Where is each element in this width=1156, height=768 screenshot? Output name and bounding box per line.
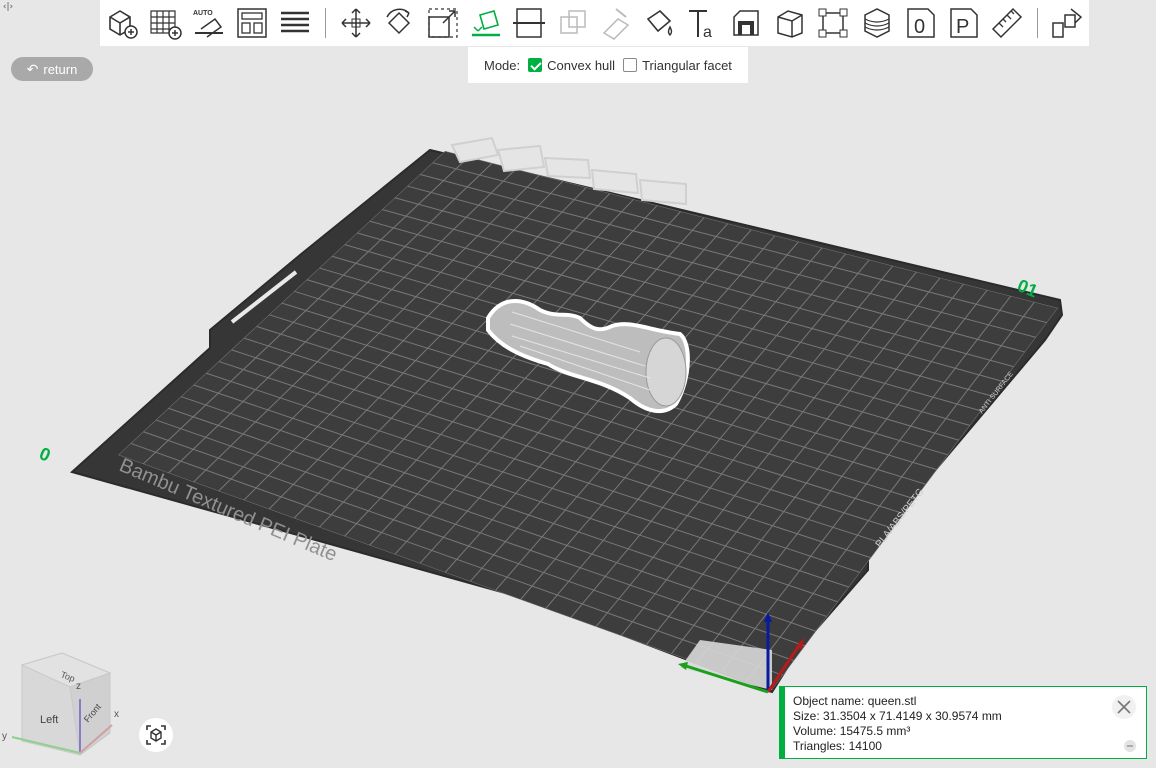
arrange-button[interactable]: [230, 1, 273, 45]
minimize-button[interactable]: [1124, 740, 1136, 752]
axis-x-label: x: [114, 709, 119, 720]
3d-viewport[interactable]: Bambu Textured PEI Plate 0 01 PLA/ABS/PE…: [0, 0, 1156, 768]
seam-paint-button[interactable]: [725, 1, 768, 45]
svg-text:0: 0: [914, 16, 925, 38]
plate-scene: Bambu Textured PEI Plate 0 01 PLA/ABS/PE…: [36, 136, 1064, 694]
arrange-icon: [237, 8, 267, 38]
add-plate-button[interactable]: [143, 1, 186, 45]
view-cube[interactable]: Top Left Front z x y: [0, 645, 130, 768]
plate-p-button[interactable]: P: [942, 1, 985, 45]
color-paint-button[interactable]: [638, 1, 681, 45]
auto-badge: AUTO: [193, 10, 213, 17]
fit-view-icon: [146, 725, 166, 745]
measure-button[interactable]: [985, 1, 1028, 45]
boolean-icon: [560, 10, 586, 34]
rotate-button[interactable]: [377, 1, 420, 45]
close-icon: [1117, 700, 1131, 714]
return-arrow-icon: ↶: [26, 60, 39, 77]
svg-text:P: P: [956, 16, 969, 38]
auto-orient-icon: AUTO: [193, 10, 223, 38]
object-zero-icon: 0: [907, 8, 935, 38]
convex-hull-label: Convex hull: [547, 57, 616, 73]
triangular-facet-checkbox[interactable]: Triangular facet: [623, 58, 732, 73]
collapse-sidebar-icon[interactable]: ‹|›: [0, 0, 16, 14]
lay-on-face-button[interactable]: [464, 1, 507, 45]
object-size: Size: 31.3504 x 71.4149 x 30.9574 mm: [793, 709, 1002, 723]
object-triangles: Triangles: 14100: [793, 739, 882, 753]
object-volume: Volume: 15475.5 mm³: [793, 724, 911, 738]
assembly-icon: [818, 8, 848, 38]
plate-index-front: 0: [36, 443, 53, 465]
unchecked-icon: [623, 58, 638, 72]
seam-paint-icon: [733, 10, 760, 36]
minimize-icon: [1127, 745, 1133, 747]
support-paint-icon: [602, 8, 630, 40]
auto-orient-button[interactable]: AUTO: [187, 1, 230, 45]
return-button[interactable]: ↶ return: [11, 57, 93, 81]
toolbar-separator: [1036, 8, 1038, 38]
boolean-button[interactable]: [551, 1, 594, 45]
triangular-facet-label: Triangular facet: [642, 57, 732, 73]
measure-icon: [991, 7, 1022, 39]
assembly-button[interactable]: [811, 1, 854, 45]
fuzzy-skin-icon: [777, 10, 803, 38]
text-button[interactable]: a: [681, 1, 724, 45]
close-button[interactable]: [1112, 695, 1136, 719]
fuzzy-skin-button[interactable]: [768, 1, 811, 45]
cut-button[interactable]: [508, 1, 551, 45]
color-paint-icon: [646, 9, 672, 36]
return-label: return: [43, 61, 78, 77]
fit-view-button[interactable]: [139, 718, 173, 752]
plate-p-icon: P: [950, 8, 979, 38]
svg-text:a: a: [703, 24, 712, 41]
move-button[interactable]: [334, 1, 377, 45]
top-toolbar: AUTO a 0 P: [100, 0, 1089, 46]
viewcube-left: Left: [40, 714, 58, 726]
checked-icon: [528, 58, 543, 72]
mode-label: Mode:: [484, 57, 521, 73]
convex-hull-checkbox[interactable]: Convex hull: [528, 58, 615, 73]
scale-button[interactable]: [421, 1, 464, 45]
assemble-view-button[interactable]: [1046, 1, 1089, 45]
mode-panel: Mode: Convex hull Triangular facet: [468, 47, 748, 83]
object-info-panel: Object name: queen.stl Size: 31.3504 x 7…: [779, 686, 1147, 759]
add-object-button[interactable]: [100, 1, 143, 45]
text-icon: a: [688, 10, 712, 41]
rotate-icon: [386, 8, 411, 35]
toolbar-separator: [325, 8, 327, 38]
split-layers-icon: [281, 11, 310, 33]
axis-z-label: z: [76, 681, 81, 692]
scale-icon: [427, 8, 458, 38]
cut-icon: [513, 8, 546, 38]
support-paint-button[interactable]: [594, 1, 637, 45]
variable-layer-icon: [863, 8, 890, 38]
assemble-view-icon: [1052, 8, 1083, 38]
split-layers-button[interactable]: [274, 1, 317, 45]
object-name: Object name: queen.stl: [793, 694, 917, 708]
add-plate-icon: [150, 10, 182, 40]
add-object-icon: [108, 10, 138, 39]
lay-on-face-icon: [471, 10, 500, 37]
move-icon: [341, 8, 371, 38]
axis-y-label: y: [2, 731, 7, 742]
object-zero-button[interactable]: 0: [898, 1, 941, 45]
variable-layer-button[interactable]: [855, 1, 898, 45]
